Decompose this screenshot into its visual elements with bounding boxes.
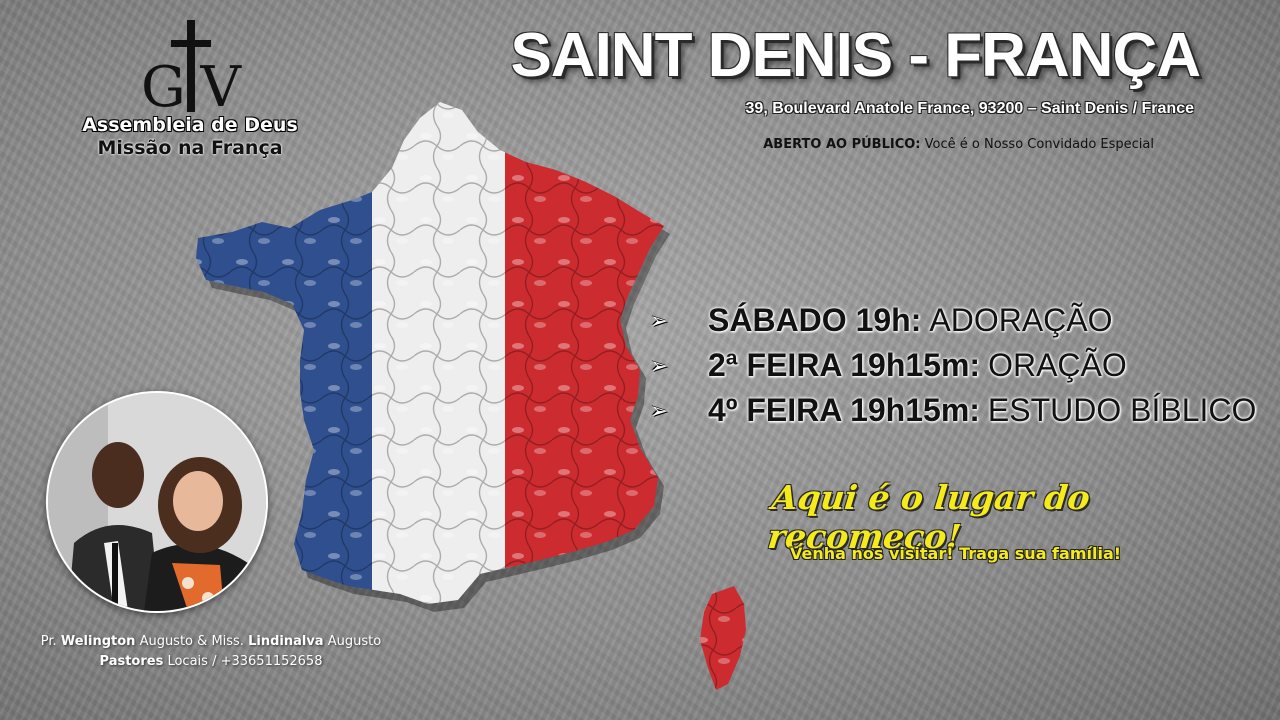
svg-text:G V: G V	[141, 55, 243, 114]
arrow-bullet-icon: ➢	[650, 397, 669, 423]
service-schedule: ➢ SÁBADO 19h: ADORAÇÃO ➢ 2ª FEIRA 19h15m…	[650, 298, 1270, 433]
pastor1-prefix: Pr.	[40, 634, 57, 649]
schedule-item: ➢ 4º FEIRA 19h15m: ESTUDO BÍBLICO	[650, 388, 1270, 433]
org-name-line2: Missão na França	[97, 137, 283, 159]
arrow-bullet-icon: ➢	[650, 352, 669, 378]
open-text: Você é o Nosso Convidado Especial	[924, 137, 1154, 152]
church-logo: G V Assembleia de Deus Missão na França	[60, 14, 320, 160]
invite-text: Venha nos visitar! Traga sua família!	[790, 544, 1122, 563]
pastor1-first-name: Welington	[60, 634, 136, 649]
pastors-names: Pr. Welington Augusto & Miss. Lindinalva…	[20, 632, 402, 652]
schedule-day: SÁBADO 19h:	[708, 302, 922, 338]
schedule-day: 2ª FEIRA 19h15m:	[708, 347, 981, 383]
role-label: Pastores	[99, 654, 164, 669]
pastors-photo	[46, 391, 268, 613]
phone-number: / +33651152658	[212, 654, 323, 669]
schedule-day: 4º FEIRA 19h15m:	[708, 392, 980, 428]
schedule-activity: ADORAÇÃO	[929, 302, 1113, 338]
schedule-activity: ESTUDO BÍBLICO	[987, 392, 1257, 428]
church-address: 39, Boulevard Anatole France, 93200 – Sa…	[745, 100, 1194, 117]
pastor2-prefix: Miss.	[211, 634, 244, 649]
pastors-role-line: Pastores Locais / +33651152658	[20, 652, 402, 672]
ampersand: &	[197, 634, 208, 649]
role-rest: Locais	[167, 654, 208, 669]
schedule-activity: ORAÇÃO	[988, 347, 1127, 383]
org-name-line1: Assembleia de Deus	[82, 114, 298, 136]
pastor2-first-name: Lindinalva	[248, 634, 324, 649]
schedule-item: ➢ 2ª FEIRA 19h15m: ORAÇÃO	[650, 343, 1270, 388]
pastors-portrait-icon	[48, 393, 266, 611]
page-title: SAINT DENIS - FRANÇA	[510, 21, 1201, 90]
schedule-item: ➢ SÁBADO 19h: ADORAÇÃO	[650, 298, 1270, 343]
cross-gv-logo-icon: G V	[141, 20, 243, 114]
pastor2-last-name: Augusto	[327, 634, 382, 649]
pastors-credit: Pr. Welington Augusto & Miss. Lindinalva…	[20, 632, 402, 672]
arrow-bullet-icon: ➢	[650, 307, 669, 333]
open-to-public-note: ABERTO AO PÚBLICO: Você é o Nosso Convid…	[763, 137, 1154, 152]
pastor1-last-name: Augusto	[139, 634, 194, 649]
open-label: ABERTO AO PÚBLICO:	[763, 137, 921, 152]
